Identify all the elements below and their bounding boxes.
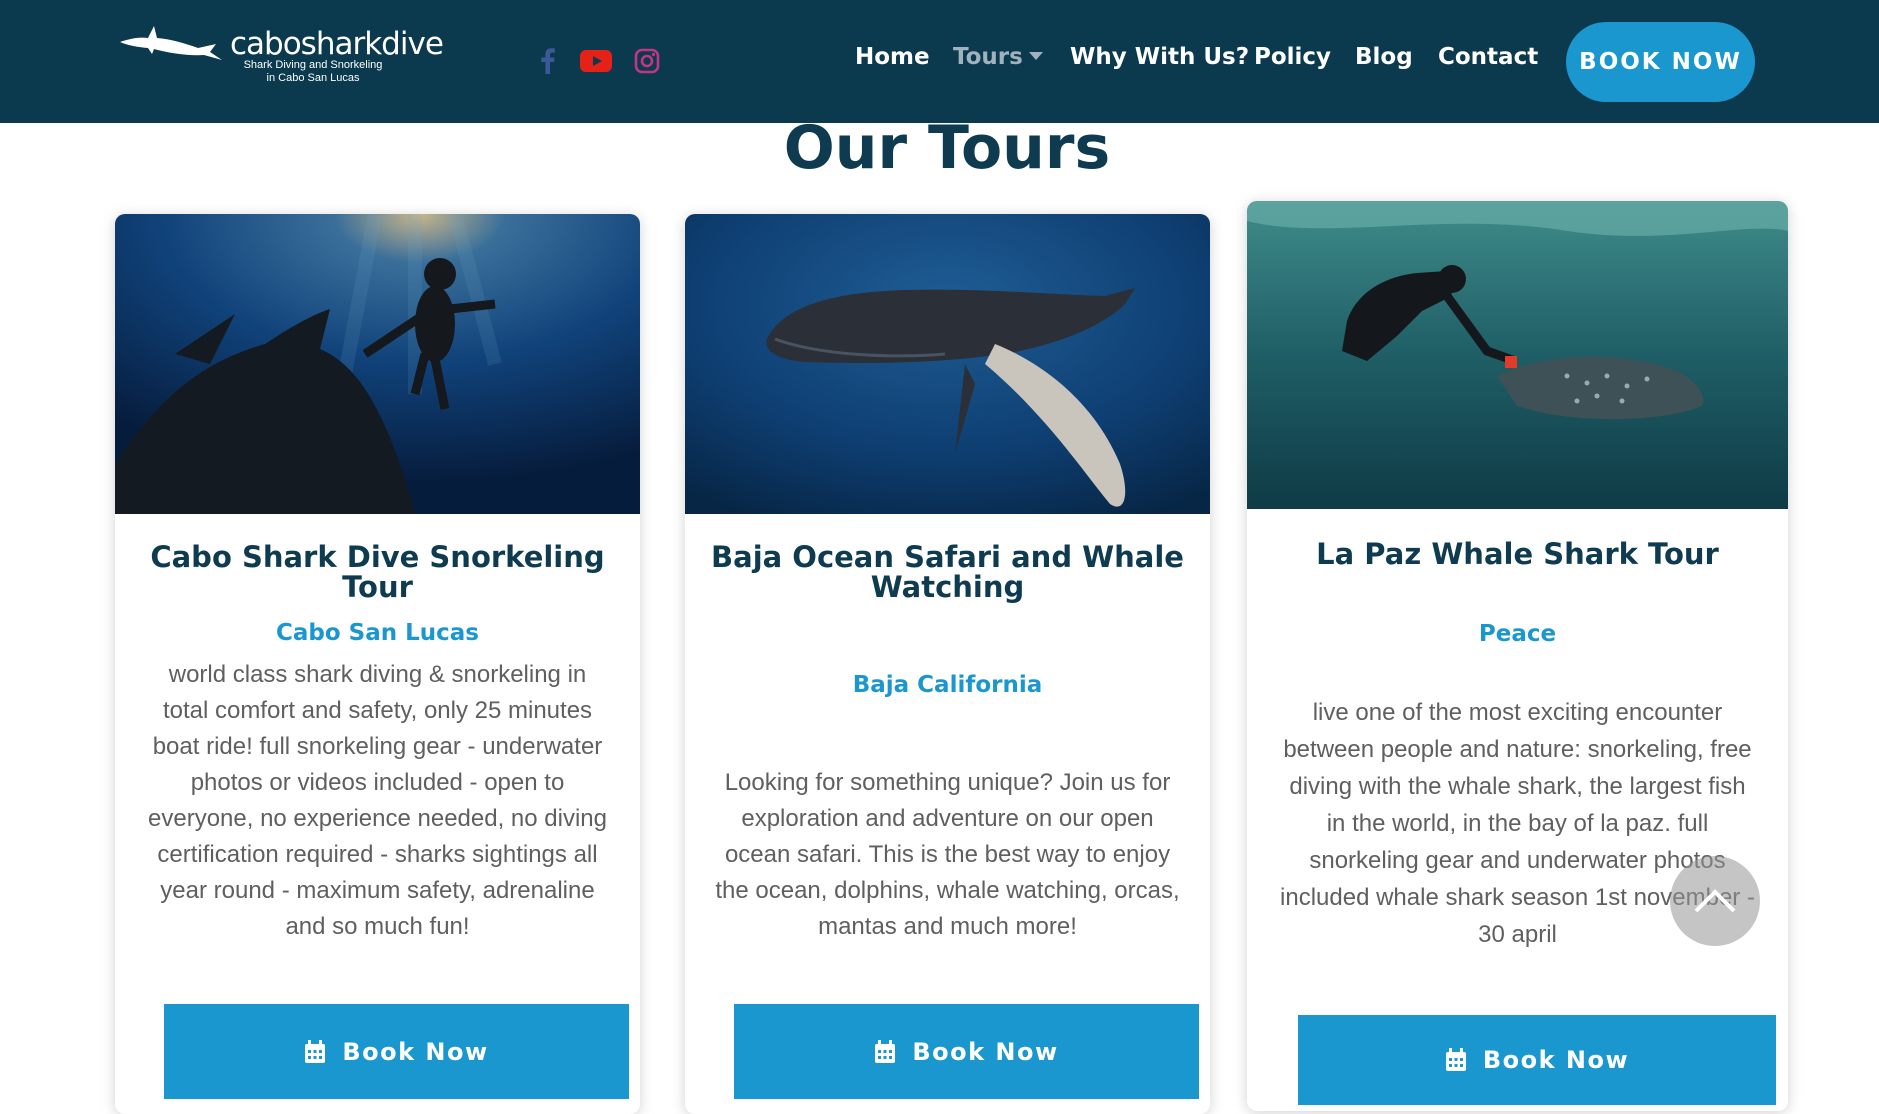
tour-image-shark-snorkeling[interactable] — [115, 214, 640, 514]
tour-location: Baja California — [852, 672, 1043, 698]
book-now-button[interactable]: Book Now — [164, 1004, 629, 1099]
nav-home[interactable]: Home — [855, 44, 930, 70]
calendar-icon — [875, 1039, 896, 1063]
tour-card-cabo-shark: Cabo Shark Dive Snorkeling Tour Cabo San… — [115, 214, 640, 1114]
chevron-up-icon — [1694, 889, 1736, 913]
tour-title: Cabo Shark Dive Snorkeling Tour — [150, 540, 605, 604]
nav-why-with-us[interactable]: Why With Us? — [1070, 44, 1249, 70]
tour-location: Cabo San Lucas — [275, 620, 479, 646]
tour-card-baja-safari: Baja Ocean Safari and Whale Watching Baj… — [685, 214, 1210, 1114]
nav-contact[interactable]: Contact — [1438, 44, 1538, 70]
calendar-icon — [305, 1039, 326, 1063]
nav-tours-label: Tours — [953, 44, 1023, 70]
nav-blog[interactable]: Blog — [1355, 44, 1413, 70]
nav-policy[interactable]: Policy — [1254, 44, 1331, 70]
tour-title: La Paz Whale Shark Tour — [1316, 537, 1719, 571]
tour-description: world class shark diving & snorkeling in… — [148, 661, 607, 940]
chevron-down-icon — [1028, 52, 1043, 60]
book-now-button[interactable]: Book Now — [1298, 1015, 1776, 1105]
scroll-to-top-button[interactable] — [1670, 856, 1760, 946]
tour-location: Peace — [1478, 621, 1557, 647]
tour-image-humpback-whale[interactable] — [685, 214, 1210, 514]
site-header: cabosharkdive Shark Diving and Snorkelin… — [0, 0, 1879, 123]
tour-description: Looking for something unique? Join us fo… — [715, 769, 1180, 940]
nav-tours[interactable]: Tours — [953, 44, 1043, 70]
book-now-label: Book Now — [342, 1037, 489, 1066]
book-now-label: Book Now — [912, 1037, 1059, 1066]
book-now-button[interactable]: BOOK NOW — [1566, 22, 1755, 102]
book-now-label: Book Now — [1482, 1046, 1630, 1074]
tour-card-la-paz: La Paz Whale Shark Tour Peace live one o… — [1247, 201, 1788, 1111]
book-now-button[interactable]: Book Now — [734, 1004, 1199, 1099]
tour-image-whale-shark[interactable] — [1247, 201, 1788, 509]
tour-title: Baja Ocean Safari and Whale Watching — [711, 540, 1184, 604]
calendar-icon — [1445, 1048, 1466, 1071]
